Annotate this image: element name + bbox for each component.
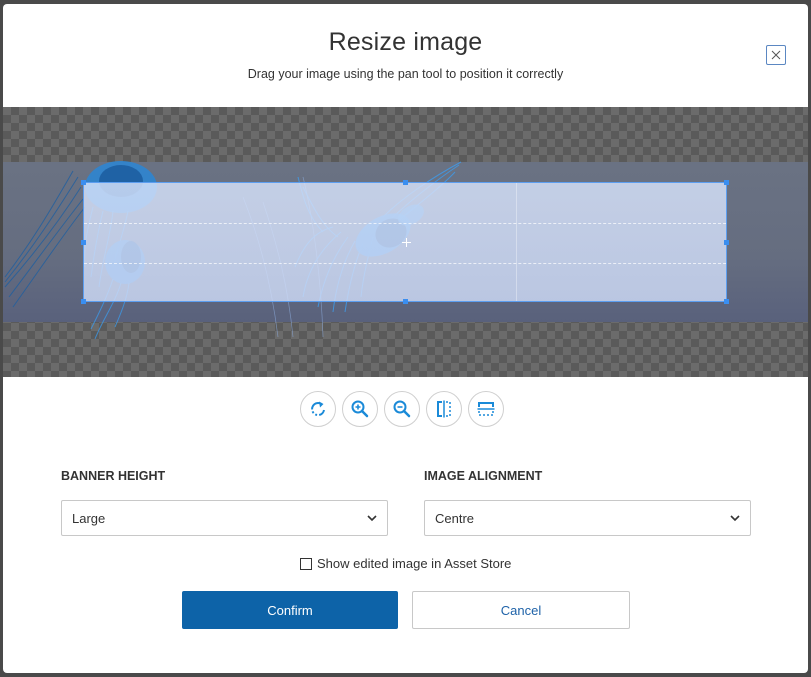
chevron-down-icon (367, 515, 377, 522)
crop-handle-bottom-left[interactable] (81, 299, 86, 304)
flip-vertical-button[interactable] (468, 391, 504, 427)
show-in-asset-store-checkbox[interactable] (300, 557, 312, 570)
flip-horizontal-icon (437, 400, 451, 418)
crop-handle-top-right[interactable] (724, 180, 729, 185)
center-crosshair-icon (402, 238, 411, 247)
zoom-in-icon (351, 400, 369, 418)
dialog-title: Resize image (328, 28, 483, 56)
crop-guide-horizontal (84, 263, 726, 264)
crop-handle-bottom[interactable] (403, 299, 408, 304)
cancel-button[interactable]: Cancel (412, 591, 630, 629)
image-editor-canvas[interactable] (3, 107, 808, 377)
zoom-in-button[interactable] (342, 391, 378, 427)
zoom-out-icon (393, 400, 411, 418)
crop-guide-vertical (516, 183, 517, 301)
chevron-down-icon (730, 515, 740, 522)
image-alignment-value: Centre (435, 511, 475, 526)
crop-handle-left[interactable] (81, 240, 86, 245)
dialog-subtitle: Drag your image using the pan tool to po… (247, 67, 564, 81)
show-in-asset-store-label: Show edited image in Asset Store (317, 556, 512, 571)
close-button[interactable] (766, 45, 786, 65)
image-tools-toolbar (300, 391, 504, 431)
flip-horizontal-button[interactable] (426, 391, 462, 427)
confirm-button[interactable]: Confirm (182, 591, 398, 629)
banner-height-value: Large (72, 511, 106, 526)
zoom-out-button[interactable] (384, 391, 420, 427)
show-in-asset-store-option[interactable]: Show edited image in Asset Store (300, 556, 511, 571)
flip-vertical-icon (477, 402, 495, 416)
crop-handle-top[interactable] (403, 180, 408, 185)
crop-guide-horizontal (84, 223, 726, 224)
image-alignment-label: IMAGE ALIGNMENT (424, 469, 543, 483)
dialog-header: Resize image Drag your image using the p… (3, 4, 808, 107)
crop-selection[interactable] (81, 180, 729, 304)
banner-height-select[interactable]: Large (61, 500, 388, 536)
crop-handle-bottom-right[interactable] (724, 299, 729, 304)
resize-image-dialog: Resize image Drag your image using the p… (3, 4, 808, 673)
crop-handle-right[interactable] (724, 240, 729, 245)
crop-handle-top-left[interactable] (81, 180, 86, 185)
image-alignment-select[interactable]: Centre (424, 500, 751, 536)
close-icon (771, 50, 781, 60)
banner-height-label: BANNER HEIGHT (61, 469, 166, 483)
rotate-icon (311, 401, 325, 417)
rotate-button[interactable] (300, 391, 336, 427)
